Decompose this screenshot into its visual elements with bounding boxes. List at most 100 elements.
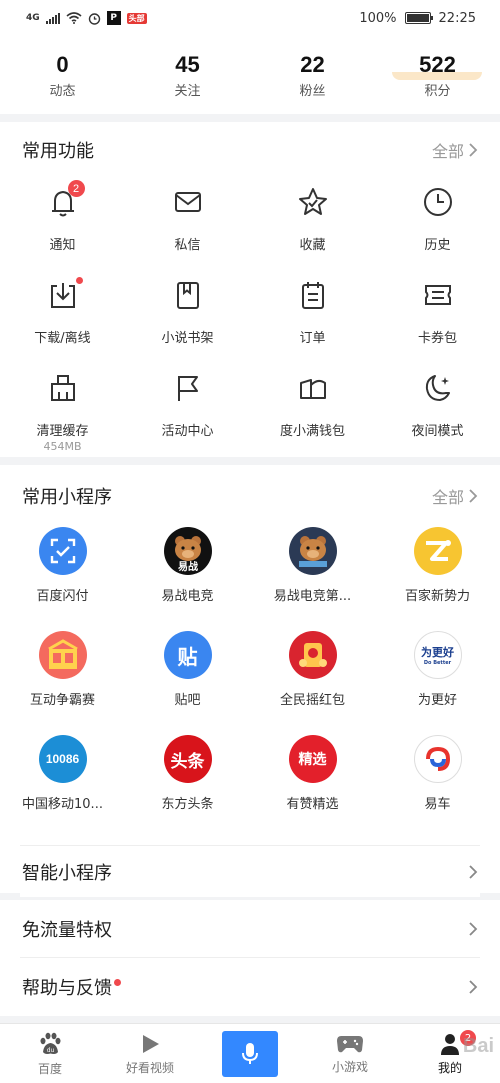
new-dot bbox=[75, 277, 83, 284]
function-item[interactable]: 活动中心 bbox=[125, 364, 250, 457]
mini-program-label: 有赞精选 bbox=[286, 797, 339, 812]
mic-icon bbox=[222, 1030, 278, 1077]
stat-fans[interactable]: 22 粉丝 bbox=[250, 36, 375, 114]
function-label: 订单 bbox=[299, 331, 326, 346]
function-item[interactable]: 历史 bbox=[375, 178, 500, 271]
mini-program-label: 为更好 bbox=[417, 693, 457, 708]
tab-baidu[interactable]: du 百度 bbox=[0, 1024, 100, 1083]
mini-program-label: 百度闪付 bbox=[36, 589, 89, 604]
scan-pay-icon bbox=[38, 527, 87, 575]
section-title: 常用小程序 bbox=[22, 487, 112, 508]
mini-program-item[interactable]: 为更好 Do Better 为更好 bbox=[375, 631, 500, 735]
user-icon bbox=[441, 1033, 459, 1055]
app-notification-icon: P bbox=[106, 11, 121, 25]
mini-program-item[interactable]: 全民摇红包 bbox=[250, 631, 375, 735]
chevron-right-icon bbox=[469, 864, 478, 879]
function-item[interactable]: 2 通知 bbox=[0, 178, 125, 271]
function-item[interactable]: 夜间模式 bbox=[375, 364, 500, 457]
stat-dynamic[interactable]: 0 动态 bbox=[0, 36, 125, 114]
function-item[interactable]: 度小满钱包 bbox=[250, 364, 375, 457]
tab-label: 百度 bbox=[37, 1061, 62, 1076]
battery-percent: 100% bbox=[359, 10, 397, 26]
bottom-tab-bar: du 百度 好看视频 小游戏 我的 2 bbox=[0, 1023, 500, 1083]
mini-program-item[interactable]: 百度闪付 bbox=[0, 527, 125, 631]
gift-icon bbox=[38, 631, 87, 679]
wifi-icon bbox=[66, 12, 82, 24]
wallet-icon bbox=[289, 364, 337, 412]
tab-label: 好看视频 bbox=[125, 1060, 174, 1075]
function-item[interactable]: 卡券包 bbox=[375, 271, 500, 364]
signal-icon bbox=[45, 12, 60, 24]
broom-icon bbox=[39, 364, 87, 412]
tab-mini-games[interactable]: 小游戏 bbox=[300, 1024, 400, 1083]
stat-value: 22 bbox=[300, 51, 325, 77]
function-item[interactable]: 清理缓存 454MB bbox=[0, 364, 125, 457]
help-feedback-row[interactable]: 帮助与反馈 bbox=[20, 958, 480, 1016]
mini-program-item[interactable]: 精选 有赞精选 bbox=[250, 735, 375, 839]
function-label: 清理缓存 bbox=[36, 424, 89, 439]
function-item[interactable]: 订单 bbox=[250, 271, 375, 364]
stat-value: 45 bbox=[175, 51, 200, 77]
mini-program-item[interactable]: 头条 东方头条 bbox=[125, 735, 250, 839]
stat-following[interactable]: 45 关注 bbox=[125, 36, 250, 114]
mini-program-item[interactable]: 10086 中国移动10... bbox=[0, 735, 125, 839]
free-data-row[interactable]: 免流量特权 bbox=[20, 900, 480, 958]
clock-icon bbox=[414, 178, 462, 226]
better-icon: 为更好 Do Better bbox=[413, 631, 462, 679]
coupon-icon bbox=[414, 271, 462, 319]
chevron-right-icon bbox=[469, 980, 478, 994]
mini-program-label: 易车 bbox=[424, 797, 451, 812]
chevron-right-icon bbox=[469, 489, 478, 503]
flag-icon bbox=[164, 364, 212, 412]
function-item[interactable]: 下载/离线 bbox=[0, 271, 125, 364]
mini-program-label: 百家新势力 bbox=[404, 589, 470, 604]
header-glow bbox=[392, 72, 482, 80]
mini-program-label: 易战电竞 bbox=[161, 589, 214, 604]
function-label: 历史 bbox=[424, 238, 451, 253]
notification-badge: 2 bbox=[67, 180, 85, 197]
mini-program-label: 易战电竞第... bbox=[273, 589, 352, 604]
paw-icon: du bbox=[40, 1032, 61, 1054]
function-item[interactable]: 私信 bbox=[125, 178, 250, 271]
stat-label: 动态 bbox=[49, 83, 76, 99]
stat-label: 关注 bbox=[174, 83, 201, 99]
section-title: 常用功能 bbox=[22, 141, 94, 162]
function-label: 收藏 bbox=[299, 238, 326, 253]
function-label: 私信 bbox=[174, 238, 201, 253]
chevron-right-icon bbox=[469, 143, 478, 157]
function-item[interactable]: 收藏 bbox=[250, 178, 375, 271]
chevron-right-icon bbox=[469, 921, 478, 936]
mini-program-item[interactable]: 易战电竞第... bbox=[250, 527, 375, 631]
smart-mini-programs-row[interactable]: 智能小程序 bbox=[20, 845, 480, 897]
tab-haokan-video[interactable]: 好看视频 bbox=[100, 1024, 200, 1083]
tab-voice[interactable] bbox=[200, 1024, 300, 1083]
mini-program-item[interactable]: 贴贴吧 bbox=[125, 631, 250, 735]
status-bar: 4G P 头部 100% 22:25 bbox=[0, 0, 500, 36]
mini-program-label: 全民摇红包 bbox=[279, 693, 345, 708]
view-all-button[interactable]: 全部 bbox=[432, 484, 478, 508]
battery-icon bbox=[404, 12, 433, 24]
view-all-label: 全部 bbox=[431, 488, 464, 507]
common-functions-card: 常用功能 全部 2 通知 私信 收藏 历史下载/离线 小说书架 订单 卡券包清理缓存 454MB… bbox=[0, 122, 500, 457]
watermark: Bai bbox=[462, 1035, 494, 1057]
profile-stats: 0 动态 45 关注 22 粉丝 522 积分 bbox=[0, 36, 500, 114]
play-icon bbox=[143, 1034, 159, 1053]
mini-program-item[interactable]: 互动争霸赛 bbox=[0, 631, 125, 735]
mini-program-label: 互动争霸赛 bbox=[29, 693, 95, 708]
mini-program-item[interactable]: 百家新势力 bbox=[375, 527, 500, 631]
gamepad-icon bbox=[337, 1035, 363, 1052]
mini-program-item[interactable]: 易车 bbox=[375, 735, 500, 839]
stat-label: 积分 bbox=[424, 83, 451, 99]
bear-icon: 易战 bbox=[163, 527, 212, 575]
function-item[interactable]: 小说书架 bbox=[125, 271, 250, 364]
book-icon bbox=[164, 271, 212, 319]
settings-card: 免流量特权 帮助与反馈 bbox=[0, 900, 500, 1016]
mini-programs-grid: 百度闪付 易战 易战电竞 易战电竞第... 百家新势力 互动争霸赛贴贴吧 全民摇红包 为更好 D… bbox=[0, 527, 500, 839]
cache-size: 454MB bbox=[43, 440, 82, 453]
tab-label: 小游戏 bbox=[331, 1059, 368, 1074]
view-all-button[interactable]: 全部 bbox=[432, 138, 478, 162]
function-label: 活动中心 bbox=[161, 424, 214, 439]
mini-program-item[interactable]: 易战 易战电竞 bbox=[125, 527, 250, 631]
svg-text:du: du bbox=[47, 1047, 55, 1054]
network-label: 4G bbox=[26, 13, 40, 23]
